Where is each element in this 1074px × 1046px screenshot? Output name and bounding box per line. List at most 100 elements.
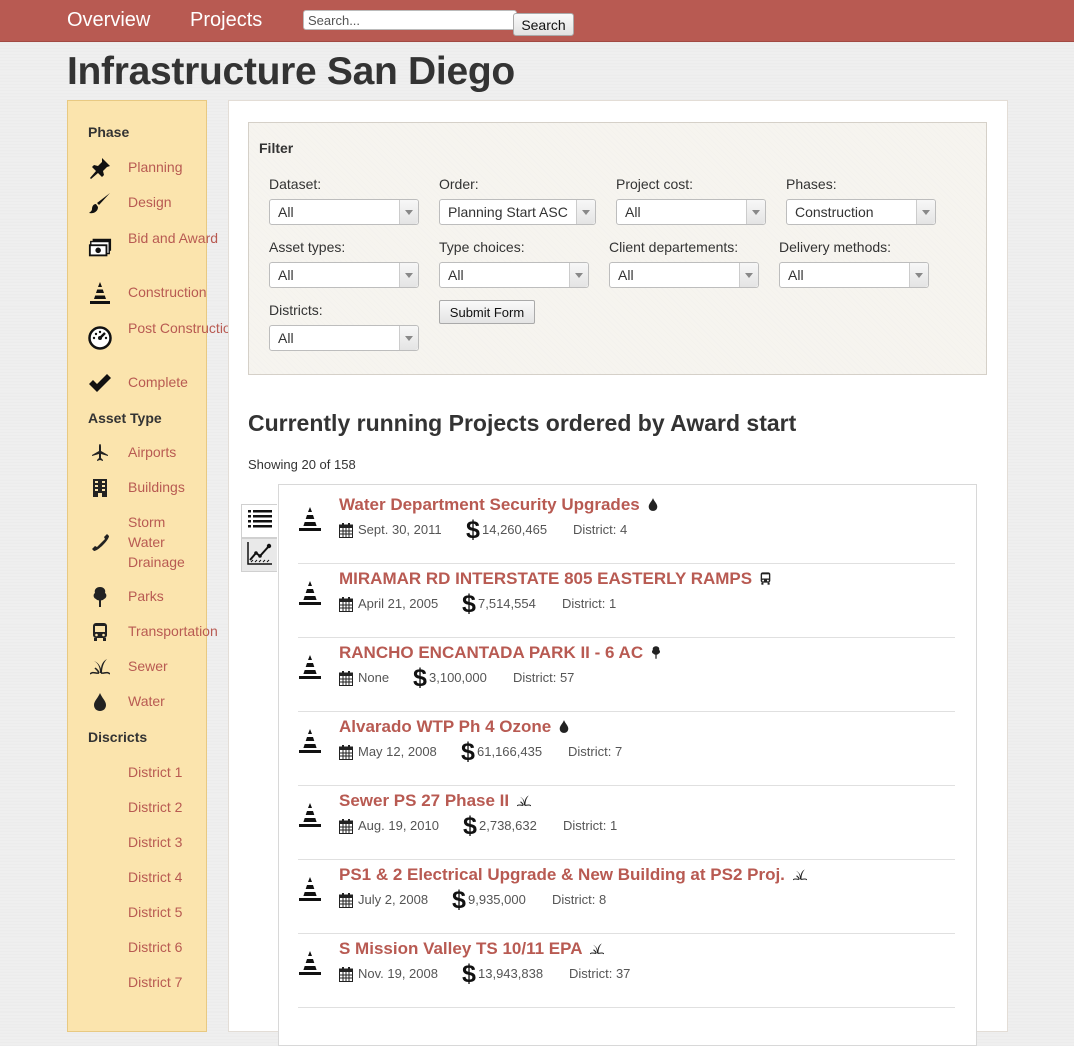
project-cost-select[interactable]: All [616, 199, 766, 225]
list-view-toggle[interactable] [241, 504, 277, 538]
delivery-methods-select[interactable]: All [779, 262, 929, 288]
airplane-icon [88, 441, 112, 465]
calendar-icon [339, 523, 353, 538]
list-item: Sewer PS 27 Phase II Aug. 19, 2010 $ 2,7… [298, 786, 955, 860]
sidebar-item-water[interactable]: Water [68, 690, 228, 714]
project-district: District: 1 [563, 818, 618, 833]
sidebar-item-district-2[interactable]: District 2 [68, 796, 228, 818]
project-title-link[interactable]: MIRAMAR RD INTERSTATE 805 EASTERLY RAMPS [339, 569, 752, 589]
project-date: None [358, 670, 390, 685]
sidebar-item-district-1[interactable]: District 1 [68, 761, 228, 783]
dashboard-gauge-icon [88, 326, 112, 350]
paintbrush-icon [88, 191, 112, 215]
project-date: May 12, 2008 [358, 744, 437, 759]
traffic-cone-icon [299, 877, 321, 901]
water-drop-icon [88, 690, 112, 714]
calendar-icon [339, 597, 353, 612]
dollar-icon: $ [413, 664, 427, 692]
sewer-plant-icon [516, 794, 532, 812]
submit-form-button[interactable]: Submit Form [439, 300, 535, 324]
tree-icon [88, 585, 112, 609]
sidebar-item-label: District 2 [128, 799, 183, 815]
type-choices-select[interactable]: All [439, 262, 589, 288]
sidebar-item-storm-water-drainage[interactable]: Storm Water Drainage [68, 512, 228, 572]
traffic-cone-icon [299, 729, 321, 753]
phases-select[interactable]: Construction [786, 199, 936, 225]
project-title-link[interactable]: Sewer PS 27 Phase II [339, 791, 509, 811]
sidebar-item-design[interactable]: Design [68, 191, 228, 215]
sidebar-item-label: Water [128, 693, 165, 709]
sewer-plant-icon [589, 942, 605, 960]
water-drop-icon [559, 720, 569, 738]
search-input[interactable] [303, 10, 517, 30]
sidebar-item-label: District 5 [128, 904, 183, 920]
water-drop-icon [648, 498, 658, 516]
sidebar-item-label: Post Construction [128, 320, 239, 336]
sidebar-item-district-6[interactable]: District 6 [68, 936, 228, 958]
client-departements-label: Client departements: [609, 239, 739, 255]
project-district: District: 7 [568, 744, 623, 759]
sidebar-item-district-3[interactable]: District 3 [68, 831, 228, 853]
list-item: S Mission Valley TS 10/11 EPA Nov. 19, 2… [298, 934, 955, 1008]
sewer-plant-icon [88, 655, 112, 679]
search-button[interactable]: Search [513, 13, 574, 36]
sidebar-item-district-5[interactable]: District 5 [68, 901, 228, 923]
nav-overview-link[interactable]: Overview [67, 9, 150, 32]
dollar-icon: $ [452, 886, 466, 914]
phone-icon [88, 530, 112, 554]
project-cost: 9,935,000 [468, 892, 526, 907]
chevron-down-icon [399, 326, 418, 350]
project-title-link[interactable]: Water Department Security Upgrades [339, 495, 640, 515]
sidebar-item-label: Construction [128, 284, 207, 300]
dollar-icon: $ [462, 960, 476, 988]
sidebar-item-district-7[interactable]: District 7 [68, 971, 228, 993]
sidebar-item-parks[interactable]: Parks [68, 585, 228, 609]
project-list-title: Currently running Projects ordered by Aw… [248, 410, 797, 436]
dollar-icon: $ [463, 812, 477, 840]
project-title-link[interactable]: PS1 & 2 Electrical Upgrade & New Buildin… [339, 865, 785, 885]
sidebar-item-bid-and-award[interactable]: Bid and Award [68, 228, 228, 268]
asset-types-select[interactable]: All [269, 262, 419, 288]
sidebar-item-sewer[interactable]: Sewer [68, 655, 228, 679]
sidebar-item-planning[interactable]: Planning [68, 156, 228, 180]
dollar-icon: $ [461, 738, 475, 766]
dataset-select[interactable]: All [269, 199, 419, 225]
top-navbar: Overview Projects Search [0, 0, 1074, 42]
sidebar-item-label: District 4 [128, 869, 183, 885]
asset-types-label: Asset types: [269, 239, 346, 255]
sidebar-item-post-construction[interactable]: Post Construction [68, 318, 239, 358]
sidebar-item-label: Storm Water Drainage [128, 514, 185, 570]
sidebar-item-buildings[interactable]: Buildings [68, 476, 228, 500]
project-cost: 61,166,435 [477, 744, 543, 759]
chevron-down-icon [399, 263, 418, 287]
project-cost: 3,100,000 [429, 670, 487, 685]
sidebar-item-transportation[interactable]: Transportation [68, 620, 228, 644]
list-item: Alvarado WTP Ph 4 Ozone May 12, 2008 $ 6… [298, 712, 955, 786]
sidebar-item-label: District 6 [128, 939, 183, 955]
dollar-icon: $ [462, 590, 476, 618]
line-chart-icon [246, 541, 273, 570]
project-cost: 14,260,465 [482, 522, 548, 537]
sidebar-item-airports[interactable]: Airports [68, 441, 228, 465]
sidebar-item-label: Planning [128, 159, 183, 175]
sidebar-item-complete[interactable]: Complete [68, 371, 228, 395]
chart-view-toggle[interactable] [241, 538, 277, 572]
districts-select[interactable]: All [269, 325, 419, 351]
page-title: Infrastructure San Diego [67, 50, 515, 93]
sidebar-item-construction[interactable]: Construction [68, 281, 228, 305]
project-district: District: 4 [573, 522, 628, 537]
districts-label: Districts: [269, 302, 323, 318]
checkmark-icon [88, 371, 112, 395]
chevron-down-icon [399, 200, 418, 224]
sidebar-item-label: Buildings [128, 479, 185, 495]
client-departements-select[interactable]: All [609, 262, 759, 288]
project-title-link[interactable]: S Mission Valley TS 10/11 EPA [339, 939, 582, 959]
project-cost: 13,943,838 [478, 966, 544, 981]
order-select[interactable]: Planning Start ASC [439, 199, 596, 225]
sidebar-item-district-4[interactable]: District 4 [68, 866, 228, 888]
project-title-link[interactable]: Alvarado WTP Ph 4 Ozone [339, 717, 551, 737]
project-title-link[interactable]: RANCHO ENCANTADA PARK II - 6 AC [339, 643, 643, 663]
nav-projects-link[interactable]: Projects [190, 9, 262, 32]
money-icon [88, 236, 112, 260]
type-choices-label: Type choices: [439, 239, 525, 255]
